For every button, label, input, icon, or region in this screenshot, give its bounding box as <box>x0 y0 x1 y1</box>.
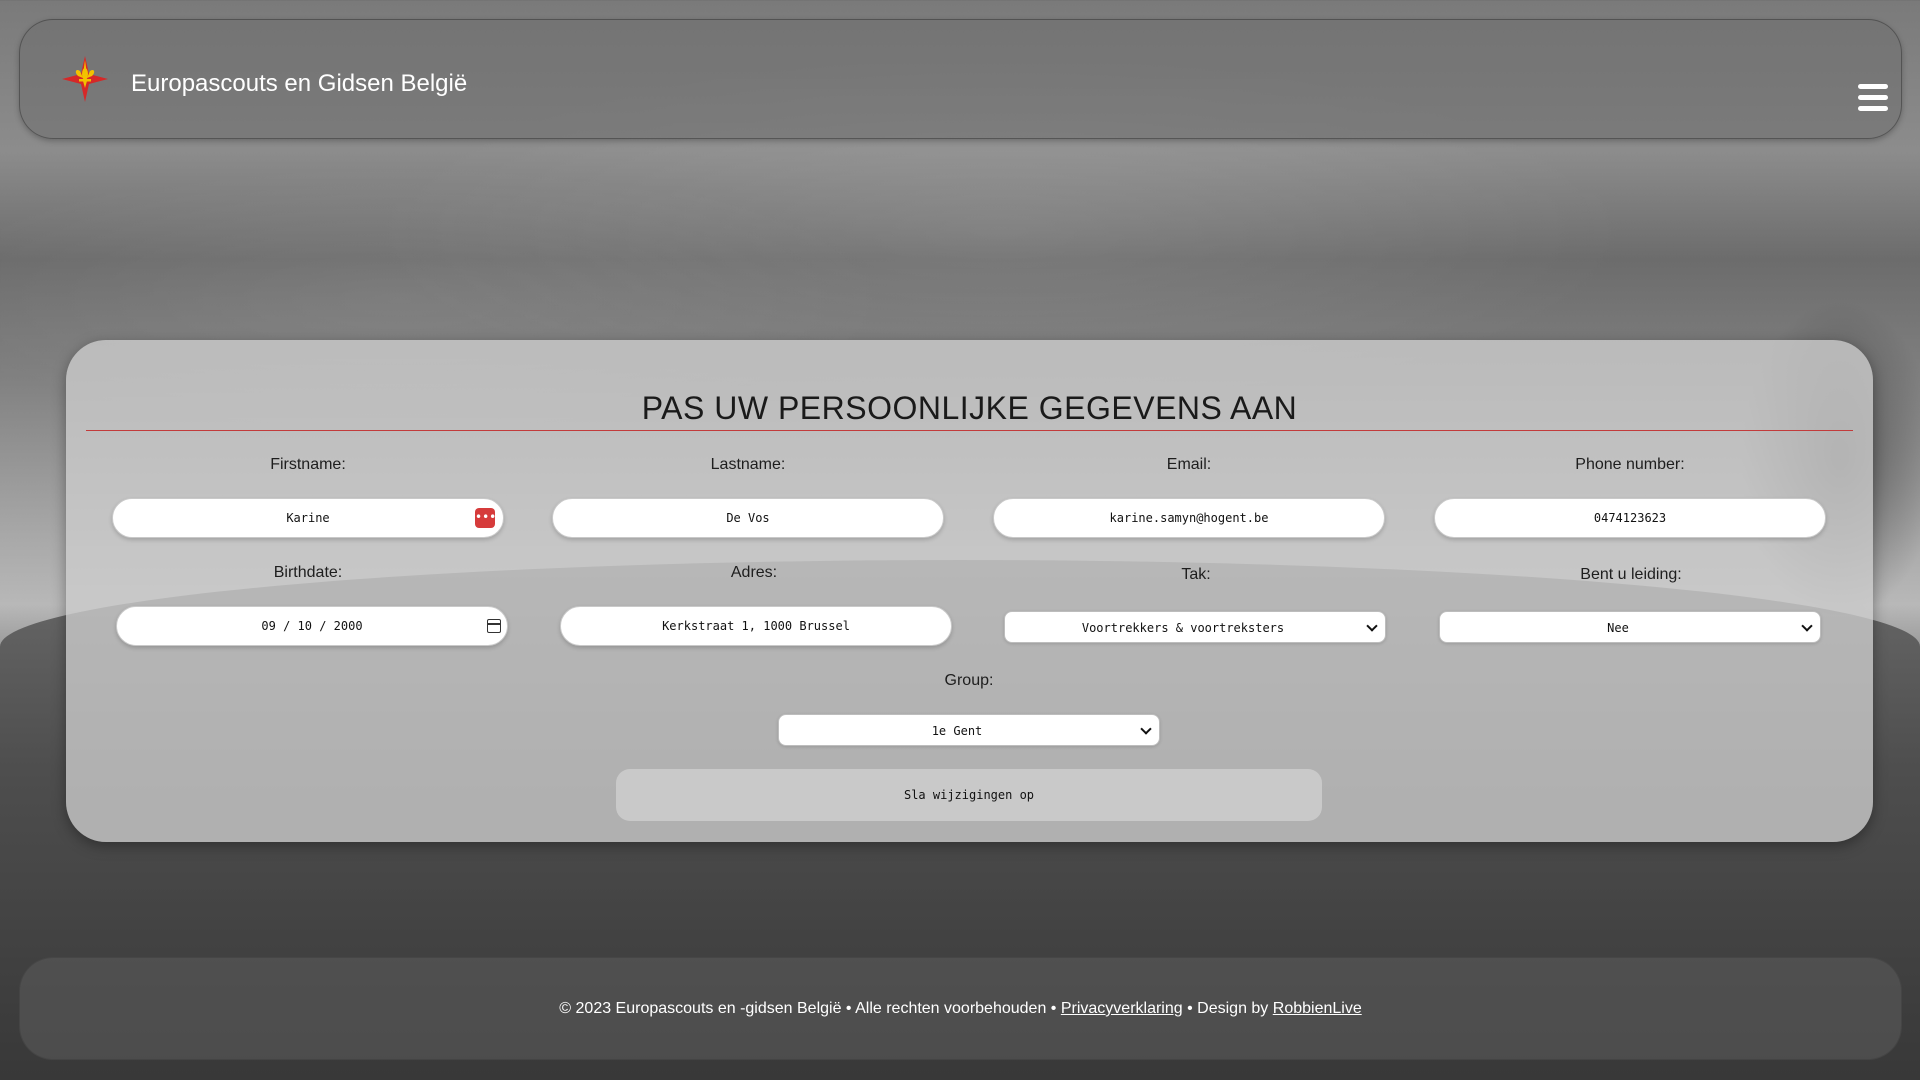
footer-text: © 2023 Europascouts en -gidsen België • … <box>20 1000 1901 1018</box>
leiding-select[interactable]: Nee <box>1439 611 1821 643</box>
tak-select[interactable]: Voortrekkers & voortreksters <box>1004 611 1386 643</box>
chevron-down-icon <box>1366 620 1378 632</box>
address-label: Adres: <box>730 564 778 581</box>
page-title: PAS UW PERSOONLIJKE GEGEVENS AAN <box>641 390 1298 426</box>
chevron-down-icon <box>1140 723 1152 735</box>
birthdate-input[interactable] <box>116 606 508 646</box>
phone-label: Phone number: <box>1575 456 1685 473</box>
tak-selected-value: Voortrekkers & voortreksters <box>1081 621 1285 635</box>
fleur-de-lis-cross-logo[interactable] <box>60 54 110 104</box>
hamburger-menu-icon[interactable] <box>1858 84 1888 112</box>
phone-input[interactable] <box>1434 498 1826 538</box>
lastname-input[interactable] <box>552 498 944 538</box>
leiding-selected-value: Nee <box>1607 621 1629 635</box>
leiding-label: Bent u leiding: <box>1580 566 1682 583</box>
calendar-icon[interactable] <box>487 619 501 633</box>
tak-label: Tak: <box>1181 566 1211 583</box>
firstname-input[interactable] <box>112 498 504 538</box>
group-label: Group: <box>944 672 994 689</box>
group-select[interactable]: 1e Gent <box>778 714 1160 746</box>
lastname-label: Lastname: <box>710 456 786 473</box>
email-label: Email: <box>1166 456 1212 473</box>
copyright-text: © 2023 Europascouts en -gidsen België • … <box>559 1000 1057 1017</box>
profile-form-panel: PAS UW PERSOONLIJKE GEGEVENS AAN Firstna… <box>66 340 1873 842</box>
save-changes-button[interactable]: Sla wijzigingen op <box>616 769 1322 821</box>
site-header: Europascouts en Gidsen België <box>19 19 1902 139</box>
privacy-link[interactable]: Privacyverklaring <box>1061 1000 1183 1017</box>
title-divider <box>86 430 1853 431</box>
design-by-text: • Design by <box>1187 1000 1269 1017</box>
address-input[interactable] <box>560 606 952 646</box>
firstname-label: Firstname: <box>270 456 346 473</box>
chevron-down-icon <box>1801 620 1813 632</box>
site-title[interactable]: Europascouts en Gidsen België <box>131 70 467 98</box>
group-selected-value: 1e Gent <box>931 724 983 738</box>
site-footer: © 2023 Europascouts en -gidsen België • … <box>19 957 1902 1060</box>
autofill-key-icon[interactable]: ••• <box>475 508 496 528</box>
designer-link[interactable]: RobbienLive <box>1273 1000 1362 1017</box>
birthdate-label: Birthdate: <box>273 564 343 581</box>
email-input[interactable] <box>993 498 1385 538</box>
